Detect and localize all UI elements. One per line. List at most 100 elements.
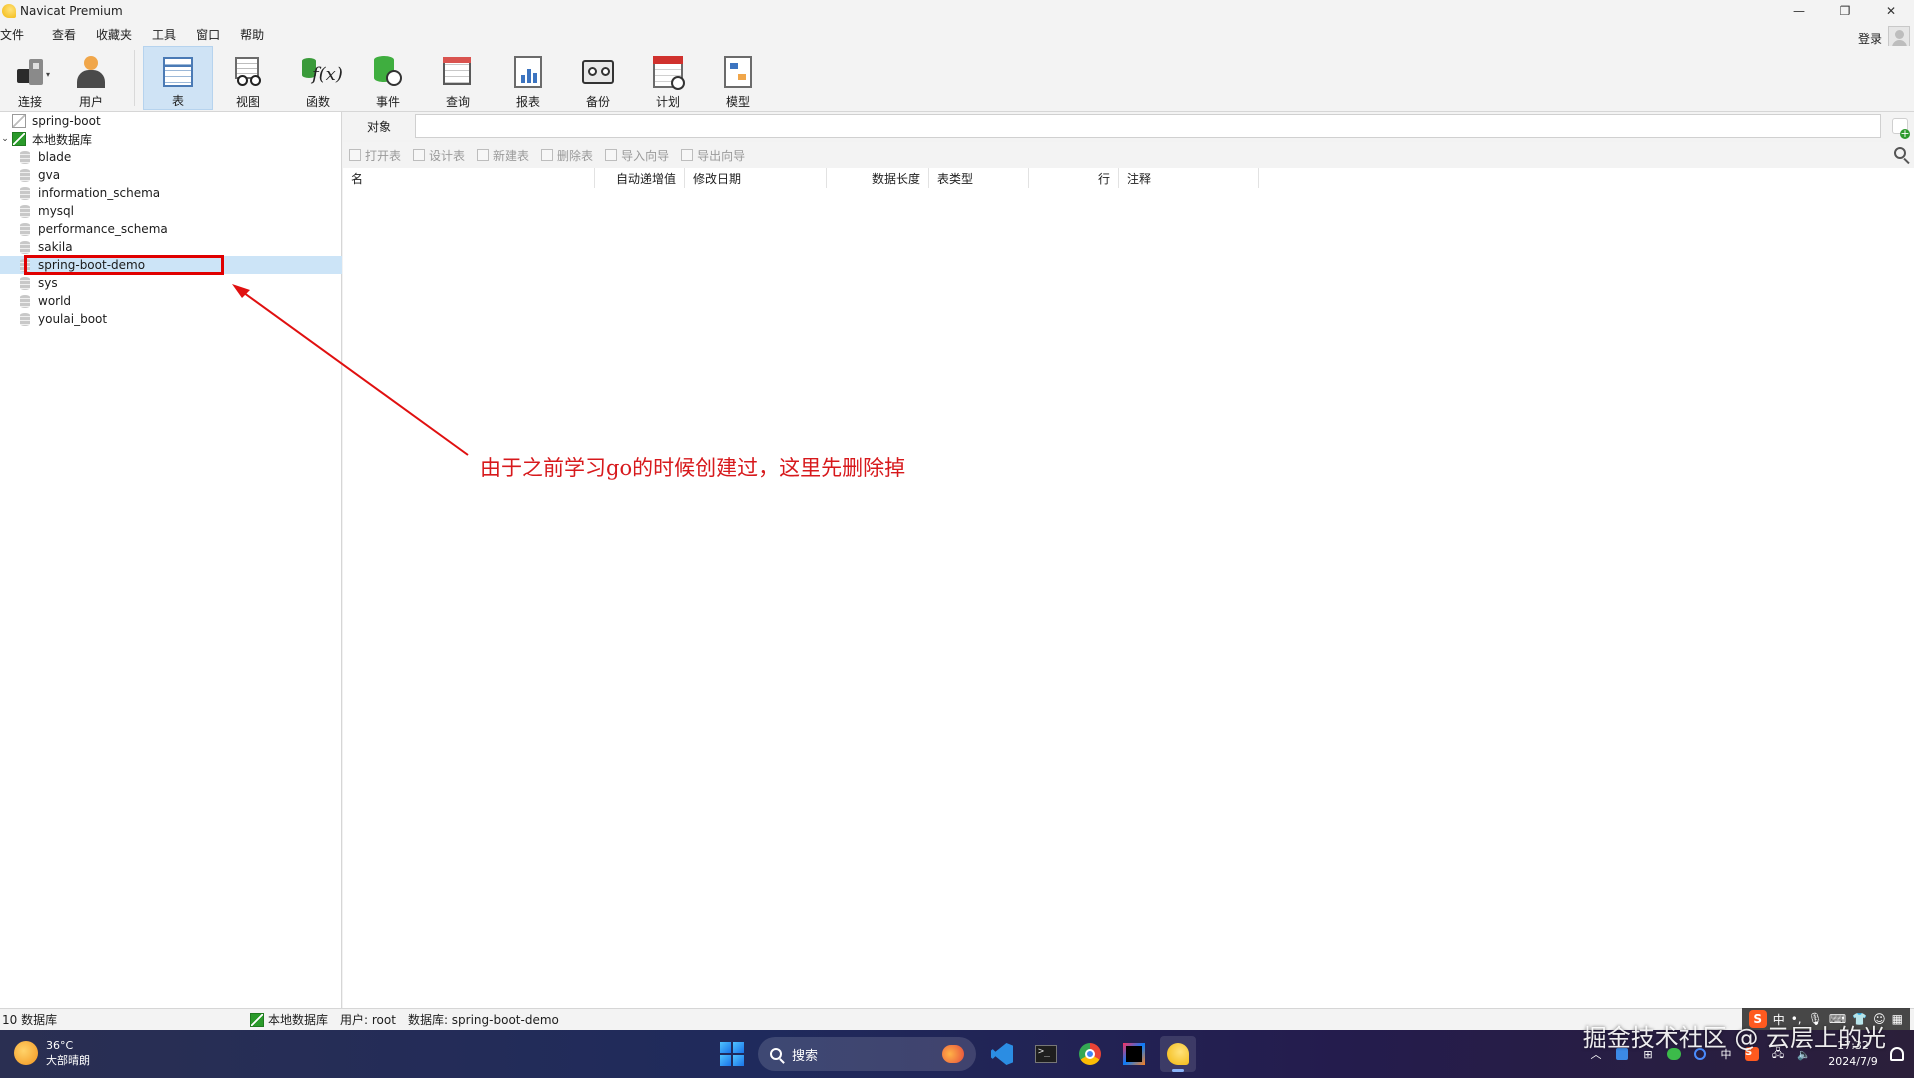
search-icon[interactable] [1894,147,1906,159]
restore-button[interactable]: ❐ [1822,0,1868,22]
tab-objects[interactable]: 对象 [343,118,415,135]
view-button[interactable]: 视图 [213,46,283,110]
tree-database-item[interactable]: information_schema [0,184,342,202]
database-name: gva [38,168,61,182]
column-header-rows[interactable]: 行 [1029,168,1119,188]
table-icon [163,56,193,87]
import-wizard-button[interactable]: 导入向导 [605,147,669,164]
column-header-name[interactable]: 名 [343,168,595,188]
mysql-connection-icon [12,132,26,146]
function-icon: f(x) [302,56,343,88]
connection-label: 连接 [17,95,42,109]
intellij-taskbar-app[interactable] [1116,1036,1152,1072]
database-icon [20,294,30,308]
notification-bell-icon[interactable] [1890,1047,1904,1061]
view-label: 视图 [235,95,260,109]
database-name: information_schema [38,186,161,200]
objects-tab-strip [415,114,1881,138]
export-wizard-button[interactable]: 导出向导 [681,147,745,164]
objects-tab-bar: 对象 [343,112,1914,140]
title-bar: Navicat Premium — ❐ ✕ [0,0,1914,22]
connection-tree: spring-boot ⌄ 本地数据库 blade gva informatio… [0,112,342,1008]
new-tab-icon[interactable] [1892,118,1910,139]
menu-favorites[interactable]: 收藏夹 [96,26,146,43]
event-button[interactable]: 事件 [353,46,423,110]
taskbar-search[interactable]: 搜索 [758,1037,976,1071]
connection-name: spring-boot [32,114,101,128]
tree-database-item[interactable]: world [0,292,342,310]
main-toolbar: 连接 ▾ 用户 表 视图 f(x) 函数 事件 查询 报表 备份 计划 模型 [0,46,1914,112]
menu-view[interactable]: 查看 [52,26,90,43]
database-name: blade [38,150,72,164]
database-name: performance_schema [38,222,168,236]
column-header-auto-increment[interactable]: 自动递增值 [595,168,685,188]
model-button[interactable]: 模型 [703,46,773,110]
open-table-icon [349,149,361,161]
menu-file[interactable]: 文件 [0,26,38,43]
function-button[interactable]: f(x) 函数 [283,46,353,110]
vscode-taskbar-app[interactable] [984,1036,1020,1072]
column-header-table-type[interactable]: 表类型 [929,168,1029,188]
expand-chevron-icon[interactable]: ⌄ [0,134,10,144]
tree-database-item[interactable]: mysql [0,202,342,220]
backup-label: 备份 [585,95,610,109]
function-label: 函数 [305,95,330,109]
database-icon [20,204,30,218]
login-link[interactable]: 登录 [1858,30,1882,47]
query-button[interactable]: 查询 [423,46,493,110]
tree-database-item[interactable]: gva [0,166,342,184]
report-icon [514,55,542,88]
schedule-icon [653,55,685,90]
open-table-button[interactable]: 打开表 [349,147,401,164]
user-label: 用户 [78,95,103,109]
backup-button[interactable]: 备份 [563,46,633,110]
weather-temperature: 36°C [46,1039,74,1052]
close-button[interactable]: ✕ [1868,0,1914,22]
table-button[interactable]: 表 [143,46,213,110]
menu-tools[interactable]: 工具 [152,26,190,43]
database-icon [20,168,30,182]
database-icon [20,222,30,236]
user-button[interactable]: 用户 [56,46,126,110]
schedule-button[interactable]: 计划 [633,46,703,110]
mysql-connection-icon [12,114,26,128]
objects-grid: 名 自动递增值 修改日期 数据长度 表类型 行 注释 [343,168,1914,1008]
tree-database-item[interactable]: sakila [0,238,342,256]
delete-table-button[interactable]: 删除表 [541,147,593,164]
terminal-taskbar-app[interactable] [1028,1036,1064,1072]
database-name: world [38,294,72,308]
column-header-data-length[interactable]: 数据长度 [827,168,929,188]
mysql-connection-icon [250,1012,264,1027]
weather-widget[interactable]: 36°C 大部晴朗 [14,1038,90,1068]
new-table-button[interactable]: 新建表 [477,147,529,164]
start-button[interactable] [720,1042,744,1066]
tree-connection-spring-boot[interactable]: spring-boot [0,112,342,130]
chrome-taskbar-app[interactable] [1072,1036,1108,1072]
tree-database-item[interactable]: performance_schema [0,220,342,238]
model-label: 模型 [725,95,750,109]
grid-menu-icon[interactable]: ▦ [1892,1012,1903,1026]
database-icon [20,312,30,326]
status-connection: 本地数据库 [250,1011,328,1028]
window-title: Navicat Premium [20,4,123,18]
weather-description: 大部晴朗 [46,1054,90,1067]
minimize-button[interactable]: — [1776,0,1822,22]
event-label: 事件 [375,95,400,109]
menu-help[interactable]: 帮助 [240,26,278,43]
vscode-icon [991,1043,1013,1065]
report-button[interactable]: 报表 [493,46,563,110]
tree-database-item[interactable]: blade [0,148,342,166]
chrome-icon [1079,1043,1101,1065]
design-table-button[interactable]: 设计表 [413,147,465,164]
database-name: mysql [38,204,74,218]
menu-window[interactable]: 窗口 [196,26,234,43]
column-header-comment[interactable]: 注释 [1119,168,1259,188]
new-table-icon [477,149,490,161]
navicat-taskbar-app[interactable] [1160,1036,1196,1072]
database-icon [20,276,30,290]
database-name: sys [38,276,58,290]
tree-database-item[interactable]: youlai_boot [0,310,342,328]
tree-database-item[interactable]: sys [0,274,342,292]
column-header-modified-date[interactable]: 修改日期 [685,168,827,188]
tree-connection-local[interactable]: ⌄ 本地数据库 [0,130,342,148]
